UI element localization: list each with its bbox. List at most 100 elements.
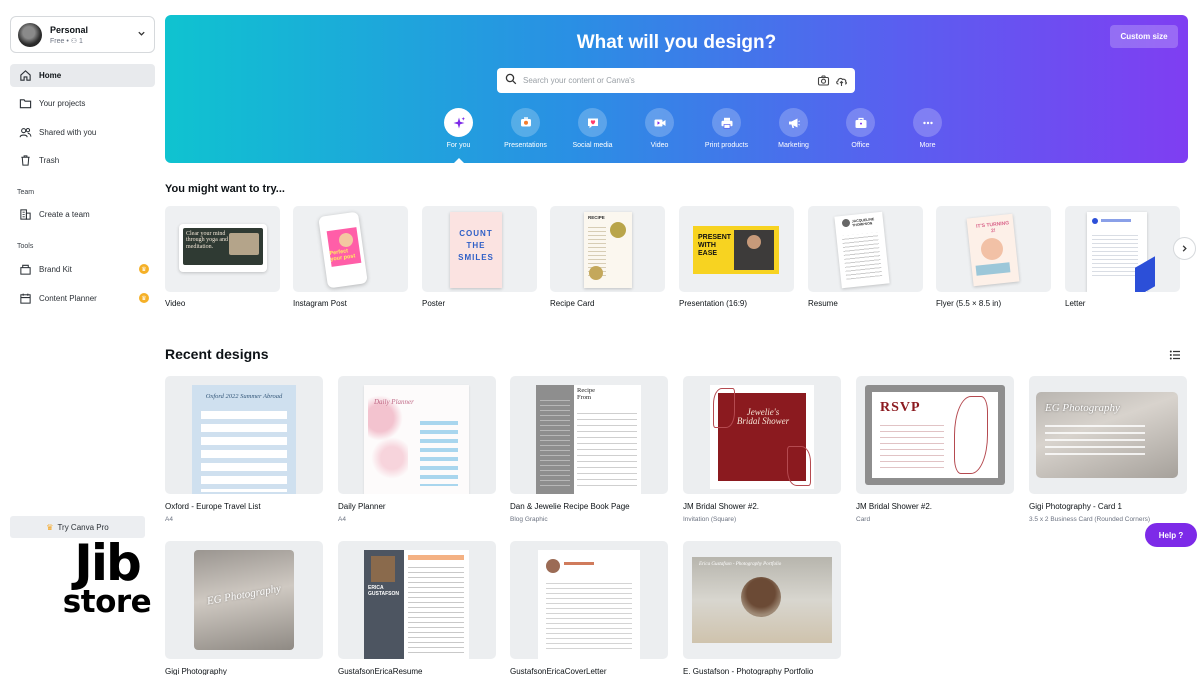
category-label: Presentations xyxy=(504,142,547,149)
search-input[interactable] xyxy=(523,76,793,85)
printer-icon xyxy=(712,108,741,137)
sidebar-item-shared-with-you[interactable]: Shared with you xyxy=(10,121,155,144)
template-label: Recipe Card xyxy=(550,299,595,308)
template-text: Clear your mind through yoga and meditat… xyxy=(186,231,228,250)
template-card-resume[interactable]: JACQUELINE THOMPSON Resume xyxy=(808,206,923,308)
design-thumbnail: Jewelie's Bridal Shower xyxy=(683,376,841,494)
camera-icon[interactable] xyxy=(817,74,830,87)
recent-designs-title: Recent designs xyxy=(165,346,269,362)
design-title: Oxford - Europe Travel List xyxy=(165,502,261,511)
category-presentations[interactable]: Presentations xyxy=(492,108,559,149)
design-type: A4 xyxy=(338,516,346,523)
category-for-you[interactable]: For you xyxy=(425,108,492,163)
tools-section-label: Tools xyxy=(17,243,34,250)
template-card-letter[interactable]: Letter xyxy=(1065,206,1180,308)
sidebar-item-label: Brand Kit xyxy=(39,265,72,274)
try-pro-label: Try Canva Pro xyxy=(57,522,109,532)
design-thumbnail: EG Photography xyxy=(1029,376,1187,494)
design-thumbnail xyxy=(510,541,668,659)
template-card-recipe-card[interactable]: RECIPE Recipe Card xyxy=(550,206,665,308)
design-thumbnail: RSVP xyxy=(856,376,1014,494)
design-card-resume[interactable]: ERICA GUSTAFSON GustafsonEricaResume xyxy=(338,541,496,675)
design-title: E. Gustafson - Photography Portfolio xyxy=(683,667,814,675)
sidebar-item-your-projects[interactable]: Your projects xyxy=(10,92,155,115)
design-card-daily-planner[interactable]: Daily Planner Daily Planner A4 xyxy=(338,376,496,523)
category-more[interactable]: More xyxy=(894,108,961,149)
active-indicator xyxy=(453,158,464,163)
sparkle-icon xyxy=(444,108,473,137)
hero-title: What will you design? xyxy=(576,32,777,53)
template-label: Presentation (16:9) xyxy=(679,299,748,308)
template-card-instagram-post[interactable]: Perfect your post Instagram Post xyxy=(293,206,408,308)
category-office[interactable]: Office xyxy=(827,108,894,149)
design-card-bridal-rsvp[interactable]: RSVP JM Bridal Shower #2. Card xyxy=(856,376,1014,523)
account-switcher[interactable]: Personal Free • ⚇ 1 xyxy=(10,16,155,53)
category-label: Video xyxy=(650,142,669,149)
list-view-icon[interactable] xyxy=(1169,348,1181,360)
design-text: EG Photography xyxy=(1045,402,1120,414)
crown-icon: ♛ xyxy=(139,264,149,274)
design-card-bridal-invitation[interactable]: Jewelie's Bridal Shower JM Bridal Shower… xyxy=(683,376,841,523)
template-thumbnail: Perfect your post xyxy=(293,206,408,292)
sidebar-item-content-planner[interactable]: Content Planner ♛ xyxy=(10,287,155,310)
category-social-media[interactable]: Social media xyxy=(559,108,626,149)
crown-icon: ♛ xyxy=(139,293,149,303)
people-icon xyxy=(18,126,32,140)
design-thumbnail: EG Photography xyxy=(165,541,323,659)
design-title: Daily Planner xyxy=(338,502,386,511)
design-type: Card xyxy=(856,516,871,523)
design-card-oxford[interactable]: Oxford 2022 Summer Abroad Oxford - Europ… xyxy=(165,376,323,523)
building-icon xyxy=(18,208,32,222)
avatar xyxy=(18,22,42,47)
custom-size-button[interactable]: Custom size xyxy=(1110,25,1178,48)
category-print-products[interactable]: Print products xyxy=(693,108,760,149)
category-tabs: For you Presentations Social media Video xyxy=(425,108,961,163)
try-section-title: You might want to try... xyxy=(165,183,285,195)
design-type: A4 xyxy=(165,516,173,523)
design-text: Daily Planner xyxy=(374,398,414,406)
carousel-next-button[interactable] xyxy=(1173,237,1196,260)
category-label: Office xyxy=(851,142,870,149)
template-card-flyer[interactable]: IT'S TURNING 2! Flyer (5.5 × 8.5 in) xyxy=(936,206,1051,308)
template-card-poster[interactable]: COUNT THE SMILES Poster xyxy=(422,206,537,308)
sidebar-item-label: Create a team xyxy=(39,210,90,219)
sidebar-item-create-team[interactable]: Create a team xyxy=(10,203,155,226)
template-card-video[interactable]: Clear your mind through yoga and meditat… xyxy=(165,206,280,308)
template-text: RECIPE xyxy=(588,215,605,220)
upload-cloud-icon[interactable] xyxy=(835,74,848,87)
design-card-recipe-book[interactable]: Recipe From Dan & Jewelie Recipe Book Pa… xyxy=(510,376,668,523)
template-thumbnail: RECIPE xyxy=(550,206,665,292)
category-video[interactable]: Video xyxy=(626,108,693,149)
sidebar-item-brand-kit[interactable]: Brand Kit ♛ xyxy=(10,258,155,281)
sidebar-item-label: Your projects xyxy=(39,99,86,108)
design-card-gigi-photography[interactable]: EG Photography Gigi Photography xyxy=(165,541,323,675)
design-card-cover-letter[interactable]: GustafsonEricaCoverLetter xyxy=(510,541,668,675)
template-text: COUNT THE SMILES xyxy=(458,229,494,262)
template-label: Video xyxy=(165,299,186,308)
design-text: ERICA GUSTAFSON xyxy=(368,585,400,597)
category-label: Social media xyxy=(572,142,613,149)
briefcase-icon xyxy=(846,108,875,137)
sidebar-item-trash[interactable]: Trash xyxy=(10,149,155,172)
sidebar-item-home[interactable]: Home xyxy=(10,64,155,87)
watermark-line-2: store xyxy=(62,583,152,620)
sidebar-item-label: Shared with you xyxy=(39,128,97,137)
team-section-label: Team xyxy=(17,189,35,196)
template-thumbnail: PRESENT WITH EASE xyxy=(679,206,794,292)
template-card-presentation[interactable]: PRESENT WITH EASE Presentation (16:9) xyxy=(679,206,794,308)
template-label: Instagram Post xyxy=(293,299,347,308)
design-thumbnail: Oxford 2022 Summer Abroad xyxy=(165,376,323,494)
design-type: Invitation (Square) xyxy=(683,516,737,523)
chevron-down-icon xyxy=(137,29,146,40)
search-bar xyxy=(497,68,855,93)
design-thumbnail: Recipe From xyxy=(510,376,668,494)
template-thumbnail: JACQUELINE THOMPSON xyxy=(808,206,923,292)
template-thumbnail: COUNT THE SMILES xyxy=(422,206,537,292)
category-marketing[interactable]: Marketing xyxy=(760,108,827,149)
help-button[interactable]: Help ? xyxy=(1145,523,1197,547)
template-thumbnail: Clear your mind through yoga and meditat… xyxy=(165,206,280,292)
design-card-gigi-card[interactable]: EG Photography Gigi Photography - Card 1… xyxy=(1029,376,1187,523)
design-title: Dan & Jewelie Recipe Book Page xyxy=(510,502,630,511)
trash-icon xyxy=(18,154,32,168)
design-card-portfolio[interactable]: Erica Gustafson - Photography Portfolio … xyxy=(683,541,841,675)
